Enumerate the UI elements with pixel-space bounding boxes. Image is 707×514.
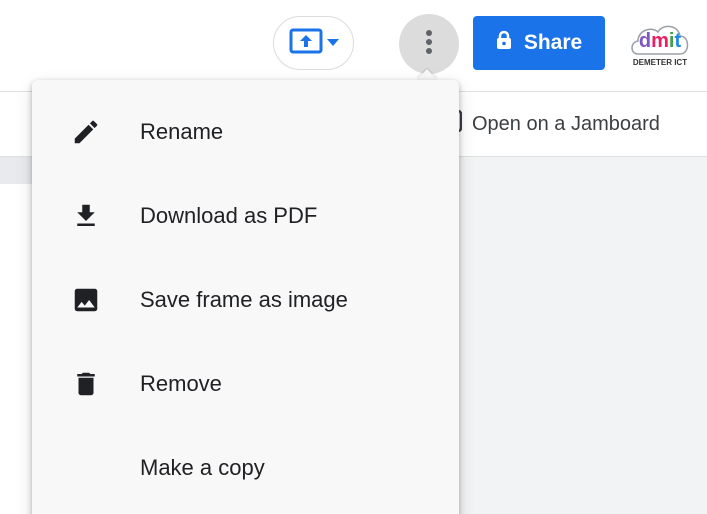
menu-item-label: Download as PDF [140,203,318,228]
present-to-board-button[interactable] [273,16,354,70]
share-button[interactable]: Share [473,16,605,70]
chevron-down-icon [326,34,339,52]
open-on-jamboard-button[interactable]: Open on a Jamboard [443,109,660,138]
frame-sidebar [0,157,32,514]
menu-item-label: Rename [140,119,224,144]
pencil-icon [70,116,102,148]
trash-icon [70,368,102,400]
menu-item-make-copy[interactable]: Make a copy [32,426,459,510]
more-vert-icon [425,29,433,60]
menu-item-rename[interactable]: Rename [32,90,459,174]
jamboard-page: Share dmit dmit DEMETER ICT Open on a Ja… [0,0,707,514]
menu-item-label: Save frame as image [140,287,348,312]
download-icon [70,200,102,232]
image-icon [70,284,102,316]
present-to-board-icon [289,28,323,59]
menu-item-download-pdf[interactable]: Download as PDF [32,174,459,258]
jamboard-link-label: Open on a Jamboard [472,112,660,135]
menu-item-label: Remove [140,371,222,396]
more-options-menu: Rename Download as PDF Save frame as ima… [32,80,459,514]
frame-thumbnail-strip[interactable] [0,157,32,184]
organization-logo[interactable]: dmit dmit DEMETER ICT [628,18,692,72]
logo-subtitle: DEMETER ICT [632,58,688,67]
canvas-area[interactable] [459,157,707,514]
share-label: Share [523,31,583,54]
lock-icon [496,30,512,56]
top-header: Share dmit dmit DEMETER ICT [0,0,707,91]
menu-item-label: Make a copy [140,455,265,480]
menu-item-remove[interactable]: Remove [32,342,459,426]
menu-item-save-frame-image[interactable]: Save frame as image [32,258,459,342]
more-options-button[interactable] [399,14,459,74]
